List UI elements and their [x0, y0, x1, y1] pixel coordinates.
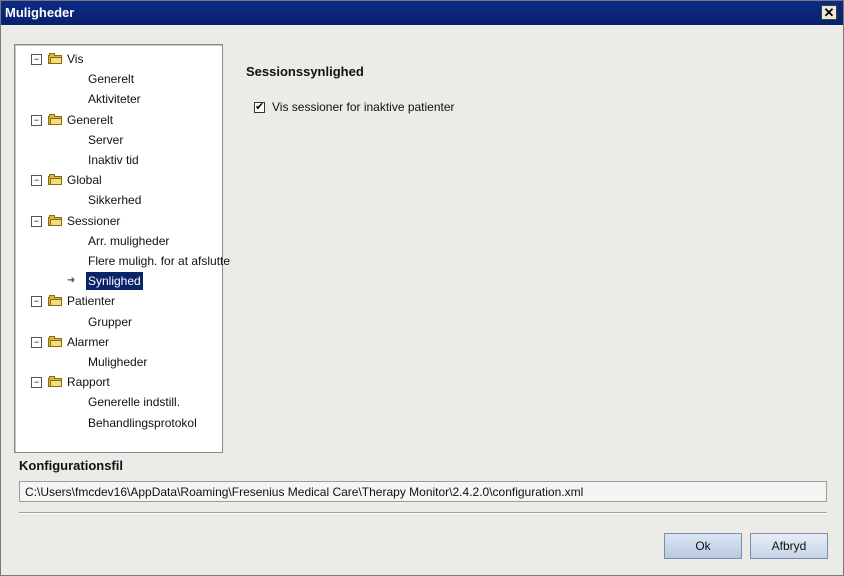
tree-group-label[interactable]: Sessioner: [67, 212, 120, 230]
tree-item-label[interactable]: Aktiviteter: [88, 90, 141, 108]
tree-group-label[interactable]: Patienter: [67, 292, 115, 310]
separator-line: [19, 512, 827, 514]
folder-icon: [48, 174, 62, 186]
tree-item-label[interactable]: Grupper: [88, 313, 132, 331]
ok-button[interactable]: Ok: [664, 533, 742, 559]
collapse-icon[interactable]: −: [31, 377, 42, 389]
folder-icon: [48, 53, 62, 64]
tree-group-label[interactable]: Alarmer: [67, 333, 109, 351]
tree-item-label[interactable]: Inaktiv tid: [88, 151, 139, 169]
window-title: Muligheder: [5, 5, 75, 20]
tree-group-label[interactable]: Rapport: [67, 373, 110, 391]
tree-item-label[interactable]: Sikkerhed: [88, 191, 141, 209]
tree-group-label[interactable]: Vis: [67, 50, 83, 68]
close-button[interactable]: ✕: [821, 5, 837, 20]
tree-item-label[interactable]: Generelt: [88, 70, 134, 88]
collapse-icon[interactable]: −: [31, 175, 42, 187]
checkmark-icon: ✔: [255, 101, 265, 113]
tree-item-label[interactable]: Flere muligh. for at afslutte: [88, 252, 230, 270]
tree-item-label[interactable]: Server: [88, 131, 123, 149]
collapse-icon[interactable]: −: [31, 54, 42, 65]
tree-item-label[interactable]: Muligheder: [88, 353, 147, 371]
folder-icon: [48, 295, 62, 307]
options-dialog: Muligheder ✕ − Vis Generelt Aktiviteter − Gen…: [0, 0, 844, 576]
title-bar[interactable]: Muligheder ✕: [1, 1, 843, 25]
folder-icon: [48, 113, 62, 125]
collapse-icon[interactable]: −: [31, 336, 42, 348]
tree-item-label[interactable]: Behandlingsprotokol: [88, 414, 197, 432]
show-inactive-sessions-checkbox[interactable]: ✔: [254, 101, 265, 113]
tree-item-label[interactable]: Generelle indstill.: [88, 393, 180, 411]
panel-title: Sessionssynlighed: [246, 64, 364, 79]
tree-group-label[interactable]: Global: [67, 171, 102, 189]
collapse-icon[interactable]: −: [31, 215, 42, 227]
folder-icon: [48, 376, 62, 388]
collapse-icon[interactable]: −: [31, 296, 42, 308]
config-file-title: Konfigurationsfil: [19, 458, 123, 473]
current-arrow-icon: ➜: [67, 275, 76, 287]
tree-item-label[interactable]: Synlighed: [86, 272, 143, 291]
config-path-field[interactable]: C:\Users\fmcdev16\AppData\Roaming\Fresen…: [19, 481, 827, 502]
tree-group-label[interactable]: Generelt: [67, 111, 113, 129]
collapse-icon[interactable]: −: [31, 114, 42, 126]
config-path-text: C:\Users\fmcdev16\AppData\Roaming\Fresen…: [25, 485, 584, 499]
folder-icon: [48, 214, 62, 226]
show-inactive-sessions-label[interactable]: Vis sessioner for inaktive patienter: [272, 100, 455, 114]
tree-item-label[interactable]: Arr. muligheder: [88, 232, 169, 250]
cancel-button[interactable]: Afbryd: [750, 533, 828, 559]
options-tree[interactable]: − Vis Generelt Aktiviteter − Generelt Server In…: [14, 44, 230, 453]
folder-icon: [48, 335, 62, 347]
